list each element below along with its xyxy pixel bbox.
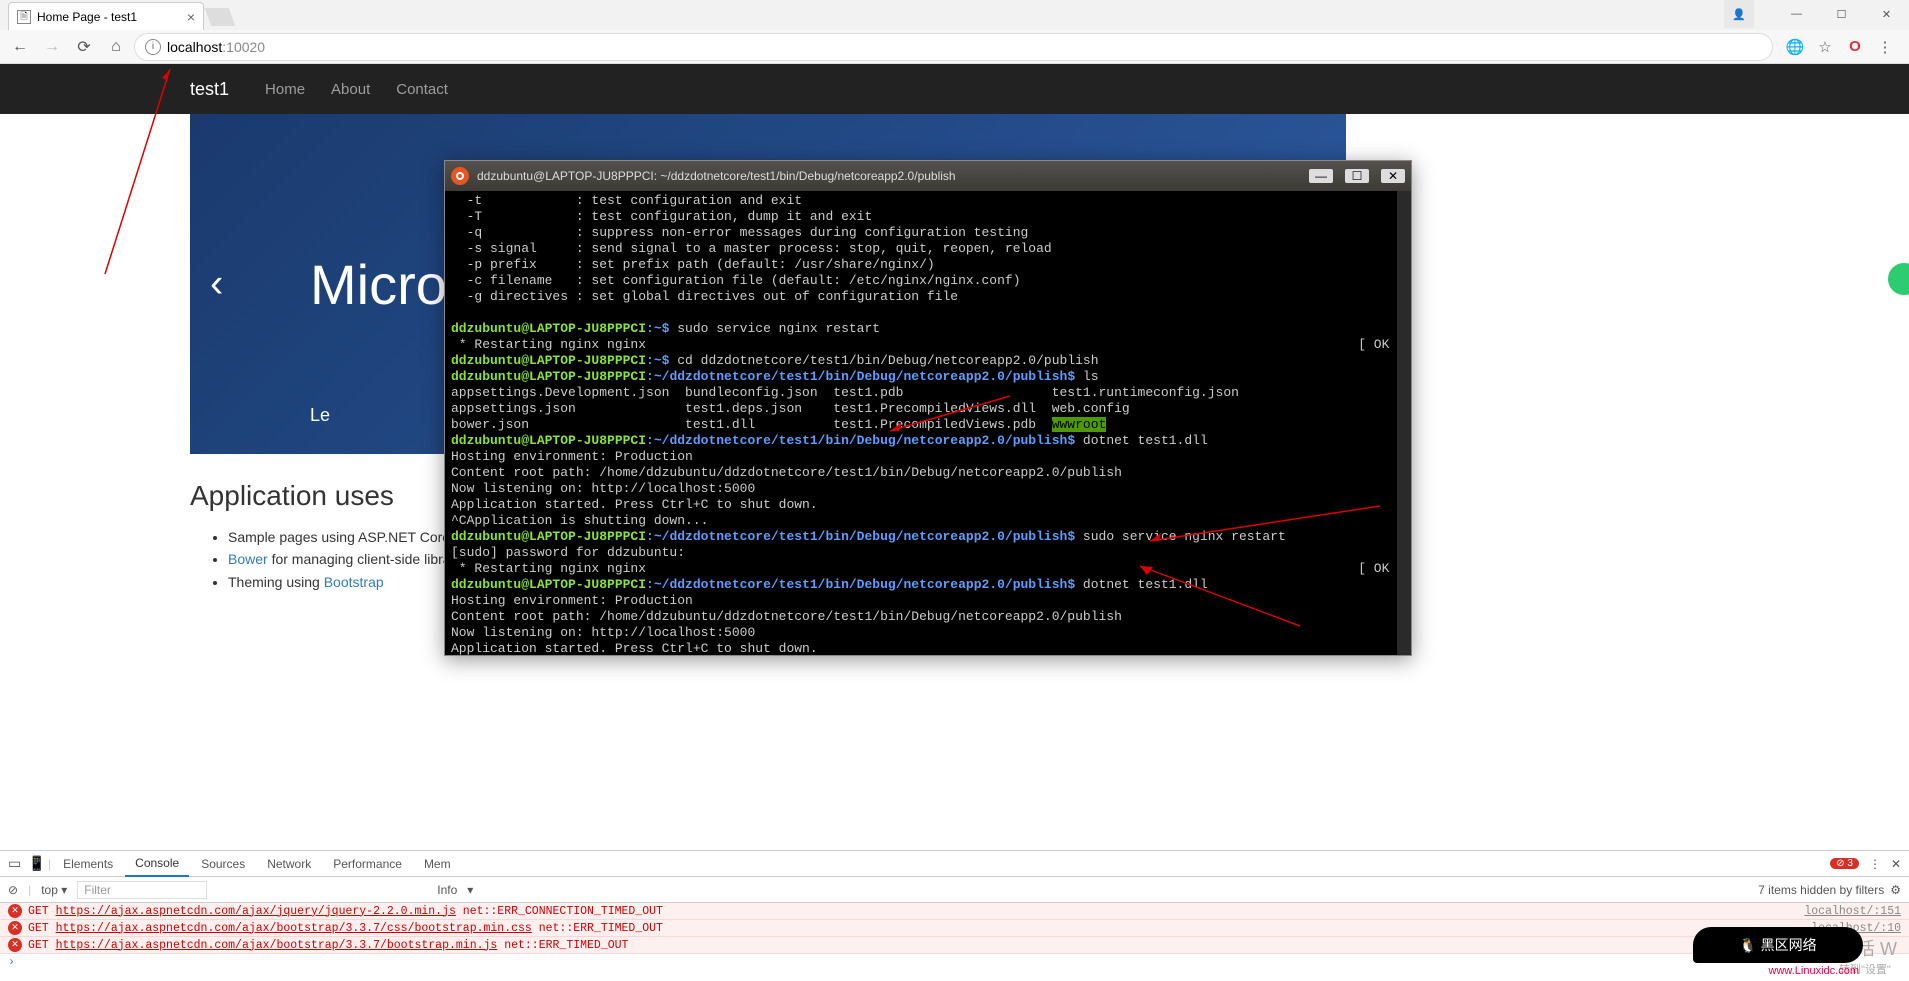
term-close-icon[interactable]: ✕ [1381,169,1405,183]
console-error-row[interactable]: ✕ GET https://ajax.aspnetcdn.com/ajax/bo… [0,920,1909,937]
console-error-row[interactable]: ✕ GET https://ajax.aspnetcdn.com/ajax/bo… [0,937,1909,954]
clear-console-icon[interactable]: ⊘ [8,883,18,897]
browser-tab[interactable]: 🗎 Home Page - test1 × [8,2,204,30]
browser-toolbar: ← → ⟳ ⌂ i localhost:10020 🌐 ☆ O ⋮ [0,30,1909,64]
inspect-icon[interactable]: ▭ [8,855,26,872]
forward-button: → [38,33,66,61]
filter-input[interactable]: Filter [77,881,207,899]
reload-button[interactable]: ⟳ [70,33,98,61]
translate-icon[interactable]: 🌐 [1785,37,1805,57]
terminal-scrollbar[interactable] [1397,191,1411,655]
console-prompt[interactable]: › [0,954,1909,971]
user-icon[interactable]: 👤 [1724,0,1754,28]
hidden-items-text: 7 items hidden by filters [1758,883,1884,897]
console-output: ✕ GET https://ajax.aspnetcdn.com/ajax/jq… [0,903,1909,971]
ubuntu-icon [451,167,469,185]
site-watermark-logo: 🐧 黑区网络 www.Linuxidc.com [1693,927,1863,963]
window-maximize-icon[interactable]: ☐ [1819,0,1864,28]
tab-elements[interactable]: Elements [53,851,123,877]
devtools-panel: ▭ 📱 | Elements Console Sources Network P… [0,850,1909,981]
site-brand[interactable]: test1 [190,79,229,100]
tab-network[interactable]: Network [257,851,321,877]
bower-link[interactable]: Bower [228,551,268,567]
tab-console[interactable]: Console [125,851,189,877]
devtools-menu-icon[interactable]: ⋮ [1869,857,1881,871]
bootstrap-link[interactable]: Bootstrap [324,574,384,590]
devtools-tabs: ▭ 📱 | Elements Console Sources Network P… [0,851,1909,877]
tab-performance[interactable]: Performance [323,851,412,877]
new-tab-button[interactable] [205,8,236,26]
opera-icon[interactable]: O [1845,37,1865,57]
page-icon: 🗎 [17,10,31,24]
log-level-selector[interactable]: Info ▾ [437,883,473,897]
back-button[interactable]: ← [6,33,34,61]
console-error-row[interactable]: ✕ GET https://ajax.aspnetcdn.com/ajax/jq… [0,903,1909,920]
tab-memory[interactable]: Mem [414,851,461,877]
browser-titlebar: 🗎 Home Page - test1 × 👤 — ☐ ✕ [0,0,1909,30]
terminal-title: ddzubuntu@LAPTOP-JU8PPPCI: ~/ddzdotnetco… [477,169,956,183]
term-maximize-icon[interactable]: ☐ [1345,169,1369,183]
nav-home[interactable]: Home [265,81,305,98]
source-link[interactable]: localhost/:151 [1804,905,1901,918]
url-text: localhost:10020 [167,39,265,55]
term-minimize-icon[interactable]: — [1309,169,1333,183]
nav-contact[interactable]: Contact [396,81,448,98]
window-minimize-icon[interactable]: — [1774,0,1819,28]
site-info-icon[interactable]: i [145,39,161,55]
error-count-badge[interactable]: ⊘ 3 [1830,858,1859,869]
error-icon: ✕ [8,938,22,952]
terminal-titlebar[interactable]: ddzubuntu@LAPTOP-JU8PPPCI: ~/ddzdotnetco… [445,161,1411,191]
tab-close-icon[interactable]: × [187,9,195,25]
context-selector[interactable]: top ▾ [41,883,67,897]
menu-icon[interactable]: ⋮ [1875,37,1895,57]
site-navbar: test1 Home About Contact [0,64,1909,114]
terminal-output[interactable]: -t : test configuration and exit -T : te… [445,191,1411,655]
tab-sources[interactable]: Sources [191,851,255,877]
device-icon[interactable]: 📱 [28,855,46,872]
error-icon: ✕ [8,904,22,918]
nav-about[interactable]: About [331,81,370,98]
terminal-window[interactable]: ddzubuntu@LAPTOP-JU8PPPCI: ~/ddzdotnetco… [444,160,1412,656]
settings-icon[interactable]: ⚙ [1890,883,1901,897]
console-filter-bar: ⊘ | top ▾ Filter Info ▾ 7 items hidden b… [0,877,1909,903]
error-icon: ✕ [8,921,22,935]
tab-title: Home Page - test1 [37,10,137,24]
bookmark-icon[interactable]: ☆ [1815,37,1835,57]
carousel-prev-icon[interactable]: ‹ [210,262,223,307]
window-close-icon[interactable]: ✕ [1864,0,1909,28]
hero-title: Micro [310,252,447,317]
address-bar[interactable]: i localhost:10020 [134,33,1773,61]
devtools-close-icon[interactable]: ✕ [1891,857,1901,871]
hero-learn-link[interactable]: Le [310,405,330,426]
home-button[interactable]: ⌂ [102,33,130,61]
